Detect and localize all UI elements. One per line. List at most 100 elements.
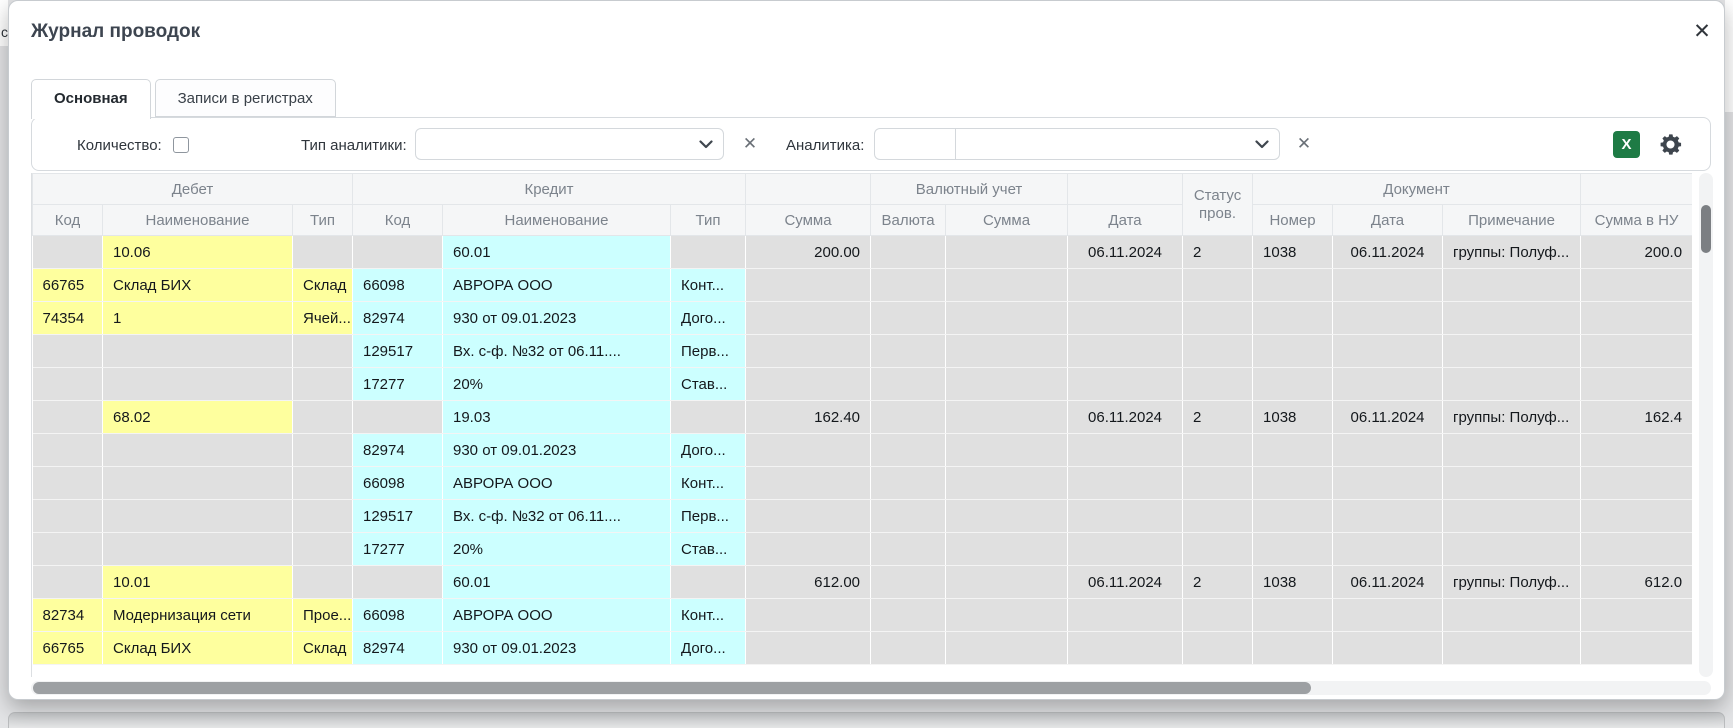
table-cell[interactable] <box>871 401 946 434</box>
table-cell[interactable] <box>1183 368 1253 401</box>
table-cell[interactable] <box>1183 632 1253 665</box>
table-cell[interactable]: Склад <box>293 269 353 302</box>
table-cell[interactable]: 66098 <box>353 269 443 302</box>
table-cell[interactable] <box>1581 632 1692 665</box>
table-cell[interactable]: 06.11.2024 <box>1333 566 1443 599</box>
table-cell[interactable] <box>1068 368 1183 401</box>
table-cell[interactable] <box>1443 335 1581 368</box>
table-cell[interactable]: 68.02 <box>103 401 293 434</box>
table-cell[interactable] <box>1581 533 1692 566</box>
table-cell[interactable] <box>293 236 353 269</box>
table-cell[interactable] <box>1581 302 1692 335</box>
table-cell[interactable]: Дого... <box>671 434 746 467</box>
table-cell[interactable] <box>33 434 103 467</box>
table-cell[interactable] <box>103 500 293 533</box>
table-cell[interactable]: Склад БИХ <box>103 632 293 665</box>
table-cell[interactable]: 60.01 <box>443 236 671 269</box>
table-cell[interactable]: Конт... <box>671 269 746 302</box>
table-cell[interactable] <box>33 467 103 500</box>
table-cell[interactable] <box>1333 434 1443 467</box>
table-cell[interactable] <box>946 368 1068 401</box>
table-cell[interactable]: 66098 <box>353 467 443 500</box>
table-cell[interactable] <box>1068 335 1183 368</box>
table-cell[interactable]: 1038 <box>1253 566 1333 599</box>
table-cell[interactable] <box>1068 599 1183 632</box>
table-cell[interactable]: 612.00 <box>746 566 871 599</box>
table-cell[interactable] <box>293 368 353 401</box>
table-cell[interactable] <box>671 566 746 599</box>
excel-export-button[interactable]: X <box>1613 131 1640 158</box>
table-cell[interactable] <box>33 236 103 269</box>
table-cell[interactable] <box>946 401 1068 434</box>
table-cell[interactable]: 20% <box>443 533 671 566</box>
close-icon[interactable]: ✕ <box>1687 17 1717 47</box>
table-cell[interactable] <box>671 401 746 434</box>
table-cell[interactable]: 930 от 09.01.2023 <box>443 632 671 665</box>
table-cell[interactable]: группы: Полуф... <box>1443 566 1581 599</box>
table-cell[interactable]: Перв... <box>671 335 746 368</box>
quantity-checkbox[interactable] <box>173 137 189 153</box>
table-cell[interactable]: 10.06 <box>103 236 293 269</box>
table-cell[interactable]: 2 <box>1183 236 1253 269</box>
table-cell[interactable] <box>946 269 1068 302</box>
table-cell[interactable]: 06.11.2024 <box>1068 401 1183 434</box>
clear-analytics-icon[interactable]: ✕ <box>1294 134 1314 154</box>
table-cell[interactable]: 200.0 <box>1581 236 1692 269</box>
table-cell[interactable]: Вх. с-ф. №32 от 06.11.... <box>443 335 671 368</box>
table-cell[interactable]: 930 от 09.01.2023 <box>443 434 671 467</box>
table-cell[interactable] <box>946 335 1068 368</box>
table-cell[interactable]: АВРОРА ООО <box>443 467 671 500</box>
table-cell[interactable]: 06.11.2024 <box>1333 236 1443 269</box>
table-cell[interactable]: Конт... <box>671 599 746 632</box>
horizontal-scrollbar-thumb[interactable] <box>33 682 1311 694</box>
table-cell[interactable]: 129517 <box>353 335 443 368</box>
table-cell[interactable] <box>946 434 1068 467</box>
table-cell[interactable]: 66098 <box>353 599 443 632</box>
table-cell[interactable] <box>1253 302 1333 335</box>
analytics-type-select[interactable] <box>415 128 724 160</box>
table-cell[interactable] <box>871 533 946 566</box>
table-cell[interactable] <box>1253 467 1333 500</box>
table-cell[interactable] <box>1183 467 1253 500</box>
table-cell[interactable]: Став... <box>671 368 746 401</box>
table-cell[interactable]: 74354 <box>33 302 103 335</box>
table-cell[interactable]: 1038 <box>1253 401 1333 434</box>
table-cell[interactable] <box>1253 434 1333 467</box>
table-cell[interactable] <box>1581 467 1692 500</box>
table-cell[interactable]: 66765 <box>33 269 103 302</box>
table-cell[interactable] <box>1333 599 1443 632</box>
table-cell[interactable] <box>1333 467 1443 500</box>
analytics-code-input[interactable] <box>875 129 956 159</box>
table-cell[interactable] <box>1068 632 1183 665</box>
table-cell[interactable] <box>1443 599 1581 632</box>
table-cell[interactable]: Дого... <box>671 632 746 665</box>
table-cell[interactable] <box>671 236 746 269</box>
table-cell[interactable] <box>353 566 443 599</box>
table-cell[interactable] <box>33 566 103 599</box>
table-cell[interactable] <box>1183 335 1253 368</box>
table-cell[interactable]: 17277 <box>353 533 443 566</box>
analytics-input[interactable] <box>874 128 1280 160</box>
table-cell[interactable] <box>293 401 353 434</box>
table-cell[interactable] <box>1333 302 1443 335</box>
table-cell[interactable] <box>946 236 1068 269</box>
table-cell[interactable]: группы: Полуф... <box>1443 236 1581 269</box>
table-cell[interactable]: 1038 <box>1253 236 1333 269</box>
table-cell[interactable] <box>293 335 353 368</box>
table-cell[interactable] <box>1253 533 1333 566</box>
table-cell[interactable] <box>33 335 103 368</box>
table-cell[interactable] <box>33 401 103 434</box>
table-cell[interactable] <box>1443 467 1581 500</box>
table-cell[interactable] <box>103 467 293 500</box>
table-cell[interactable] <box>871 368 946 401</box>
table-cell[interactable]: 612.0 <box>1581 566 1692 599</box>
table-cell[interactable]: 162.40 <box>746 401 871 434</box>
table-cell[interactable] <box>293 566 353 599</box>
table-cell[interactable] <box>103 335 293 368</box>
table-cell[interactable] <box>871 500 946 533</box>
table-cell[interactable] <box>946 632 1068 665</box>
table-cell[interactable] <box>1253 599 1333 632</box>
table-cell[interactable] <box>1333 269 1443 302</box>
table-cell[interactable] <box>1253 632 1333 665</box>
table-cell[interactable]: группы: Полуф... <box>1443 401 1581 434</box>
